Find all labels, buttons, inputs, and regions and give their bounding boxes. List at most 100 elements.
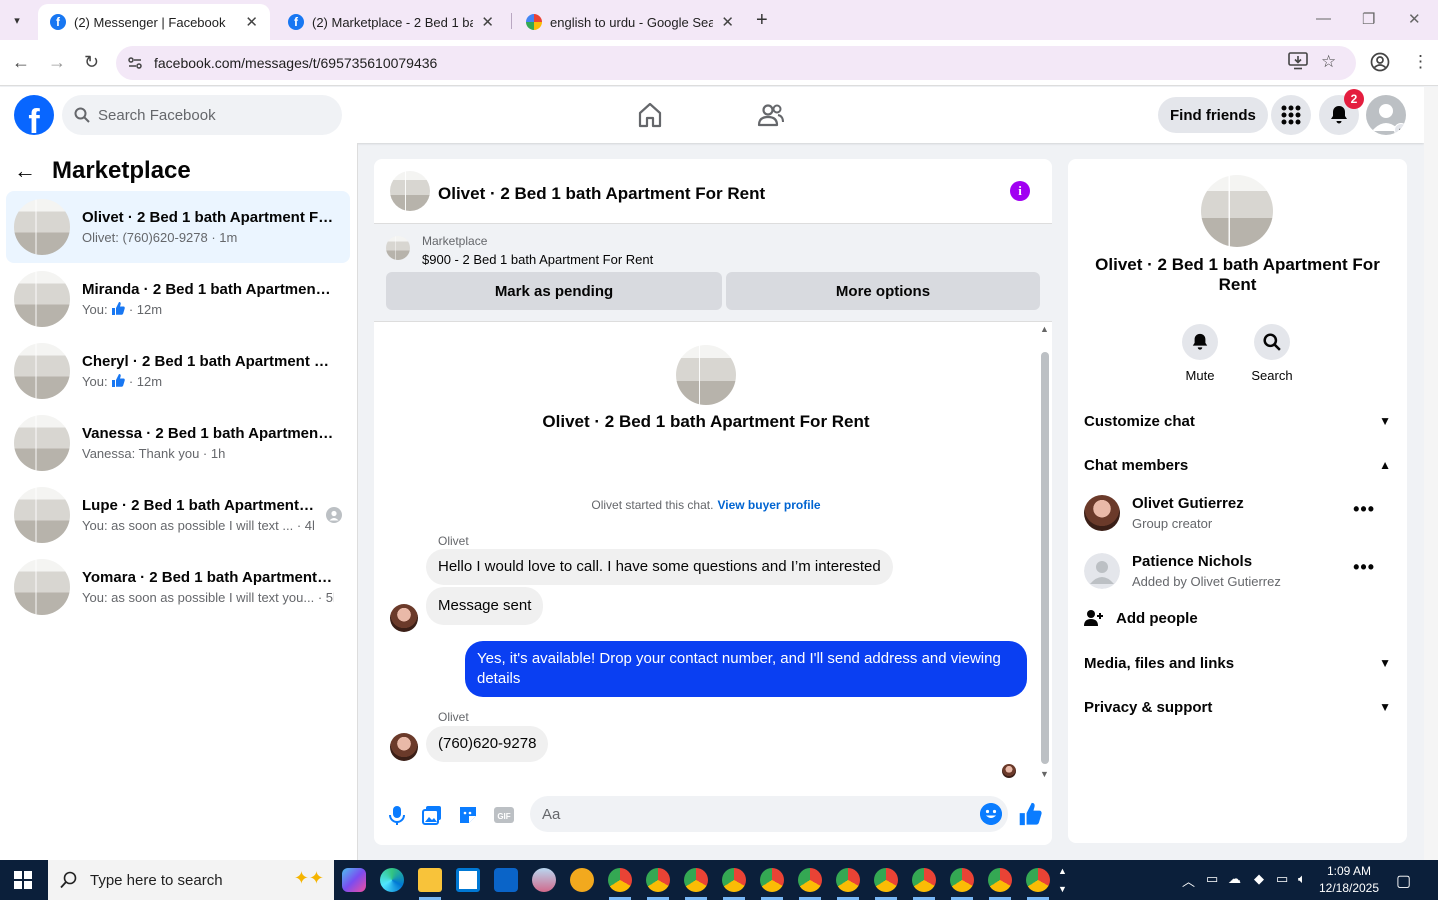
member-row[interactable]: Patience Nichols Added by Olivet Gutierr… — [1084, 553, 1391, 601]
close-window-icon[interactable]: ✕ — [1408, 10, 1421, 28]
listing-title[interactable]: $900 - 2 Bed 1 bath Apartment For Rent — [422, 252, 653, 267]
show-hidden-icons-icon[interactable]: ︿ — [1182, 871, 1195, 890]
browser-tab-google[interactable]: english to urdu - Google Search ✕ — [514, 4, 746, 40]
install-app-icon[interactable] — [1288, 52, 1308, 75]
system-clock[interactable]: 1:09 AM 12/18/2025 — [1316, 863, 1382, 897]
find-friends-button[interactable]: Find friends — [1158, 97, 1268, 133]
outlook-icon[interactable] — [494, 868, 518, 892]
microsoft-store-icon[interactable] — [456, 868, 480, 892]
file-explorer-icon[interactable] — [418, 868, 442, 892]
privacy-support-section[interactable]: Privacy & support ▼ — [1084, 695, 1391, 719]
chrome-icon[interactable] — [836, 868, 860, 892]
new-tab-button[interactable]: + — [756, 9, 768, 32]
security-icon[interactable]: ◆ — [1254, 871, 1264, 887]
message-input-box[interactable] — [530, 796, 1008, 832]
conversation-item[interactable]: Cheryl · 2 Bed 1 bath Apartment For Rent… — [6, 335, 350, 407]
taskbar-search-box[interactable]: Type here to search ✦✦ — [48, 860, 334, 900]
meet-now-icon[interactable]: ▭ — [1206, 871, 1218, 887]
tab-search-dropdown-icon[interactable]: ▾ — [6, 9, 28, 31]
browser-tab-marketplace[interactable]: f (2) Marketplace - 2 Bed 1 bath A ✕ — [276, 4, 506, 40]
more-options-icon[interactable]: ••• — [1353, 557, 1375, 578]
thumbs-up-icon[interactable] — [1018, 802, 1042, 826]
profile-icon[interactable] — [1370, 52, 1390, 77]
chrome-icon[interactable] — [608, 868, 632, 892]
default-avatar-icon[interactable] — [1084, 553, 1120, 589]
chrome-icon[interactable] — [684, 868, 708, 892]
conversation-item[interactable]: Vanessa · 2 Bed 1 bath Apartment For Ren… — [6, 407, 350, 479]
sender-avatar[interactable] — [390, 604, 418, 632]
search-conversation-button[interactable]: Search — [1242, 324, 1302, 383]
taskbar-overflow-arrows-icon[interactable]: ▲ ▼ — [1058, 862, 1067, 898]
add-people-button[interactable]: Add people — [1084, 609, 1198, 627]
sticker-icon[interactable] — [457, 804, 479, 826]
chrome-icon[interactable] — [874, 868, 898, 892]
more-options-button[interactable]: More options — [726, 272, 1040, 310]
chat-members-section[interactable]: Chat members ▲ — [1084, 453, 1391, 477]
chrome-icon[interactable] — [646, 868, 670, 892]
account-avatar[interactable]: ▾ — [1366, 95, 1406, 135]
incoming-message[interactable]: (760)620-9278 — [426, 726, 549, 762]
start-button[interactable] — [0, 860, 46, 900]
site-settings-icon[interactable] — [126, 54, 144, 72]
restore-icon[interactable]: ❐ — [1362, 10, 1375, 28]
outgoing-message[interactable]: Yes, it's available! Drop your contact n… — [465, 641, 1027, 697]
customize-chat-section[interactable]: Customize chat ▼ — [1084, 409, 1391, 433]
conversation-item[interactable]: Miranda · 2 Bed 1 bath Apartment For Ren… — [6, 263, 350, 335]
minimize-icon[interactable]: — — [1316, 10, 1331, 27]
scroll-up-icon[interactable]: ▲ — [1040, 324, 1049, 334]
weather-icon[interactable] — [570, 868, 594, 892]
close-tab-icon[interactable]: ✕ — [245, 13, 258, 31]
close-tab-icon[interactable]: ✕ — [721, 13, 734, 31]
back-arrow-icon[interactable]: ← — [12, 52, 30, 73]
onedrive-icon[interactable]: ☁ — [1228, 871, 1241, 887]
member-row[interactable]: Olivet Gutierrez Group creator ••• — [1084, 495, 1391, 543]
sender-avatar[interactable] — [390, 733, 418, 761]
chrome-icon[interactable] — [722, 868, 746, 892]
more-options-icon[interactable]: ••• — [1353, 499, 1375, 520]
gif-icon[interactable]: GIF — [493, 804, 515, 826]
reload-icon[interactable]: ↻ — [84, 52, 99, 73]
scroll-down-icon[interactable]: ▼ — [1040, 769, 1049, 779]
media-files-links-section[interactable]: Media, files and links ▼ — [1084, 651, 1391, 675]
mark-as-pending-button[interactable]: Mark as pending — [386, 272, 722, 310]
volume-icon[interactable]: 🔈︎ — [1298, 871, 1306, 887]
chat-scrollbar[interactable]: ▲ ▼ — [1038, 322, 1050, 782]
emoji-icon[interactable] — [980, 803, 1002, 825]
facebook-search[interactable] — [62, 95, 342, 135]
home-icon[interactable] — [636, 101, 664, 129]
chrome-icon[interactable] — [798, 868, 822, 892]
conversation-item[interactable]: Olivet · 2 Bed 1 bath Apartment For Rent… — [6, 191, 350, 263]
browser-menu-icon[interactable]: ⋮ — [1412, 52, 1429, 72]
conversation-item[interactable]: Yomara · 2 Bed 1 bath Apartment For Rent… — [6, 551, 350, 623]
photo-icon[interactable] — [421, 804, 443, 826]
search-input[interactable] — [98, 106, 318, 124]
back-arrow-icon[interactable]: ← — [14, 158, 36, 184]
chrome-icon[interactable] — [912, 868, 936, 892]
chat-avatar[interactable] — [390, 171, 430, 211]
microphone-icon[interactable] — [386, 804, 408, 826]
network-icon[interactable]: ▭ — [1276, 871, 1288, 887]
photos-icon[interactable] — [532, 868, 556, 892]
mute-button[interactable]: Mute — [1170, 324, 1230, 383]
friends-icon[interactable] — [756, 101, 784, 129]
view-buyer-profile-link[interactable]: View buyer profile — [717, 498, 820, 512]
chrome-icon[interactable] — [1026, 868, 1050, 892]
menu-grid-button[interactable] — [1271, 95, 1311, 135]
facebook-logo[interactable]: f — [14, 95, 54, 135]
chrome-icon[interactable] — [950, 868, 974, 892]
copilot-sparkle-icon[interactable]: ✦✦ — [294, 868, 324, 889]
edge-icon[interactable] — [380, 868, 404, 892]
incoming-message[interactable]: Hello I would love to call. I have some … — [426, 549, 893, 585]
conversation-item[interactable]: Lupe · 2 Bed 1 bath Apartment For Rent Y… — [6, 479, 350, 551]
notification-center-icon[interactable]: ▢ — [1396, 871, 1411, 891]
message-input[interactable] — [542, 805, 962, 823]
browser-tab-messenger[interactable]: f (2) Messenger | Facebook ✕ — [38, 4, 270, 40]
chrome-icon[interactable] — [760, 868, 784, 892]
chat-title[interactable]: Olivet · 2 Bed 1 bath Apartment For Rent — [438, 184, 765, 204]
member-avatar[interactable] — [1084, 495, 1120, 531]
chrome-icon[interactable] — [988, 868, 1012, 892]
incoming-message[interactable]: Message sent — [426, 587, 544, 625]
page-scrollbar[interactable] — [1424, 87, 1438, 860]
info-icon[interactable]: i — [1010, 181, 1030, 201]
close-tab-icon[interactable]: ✕ — [481, 13, 494, 31]
